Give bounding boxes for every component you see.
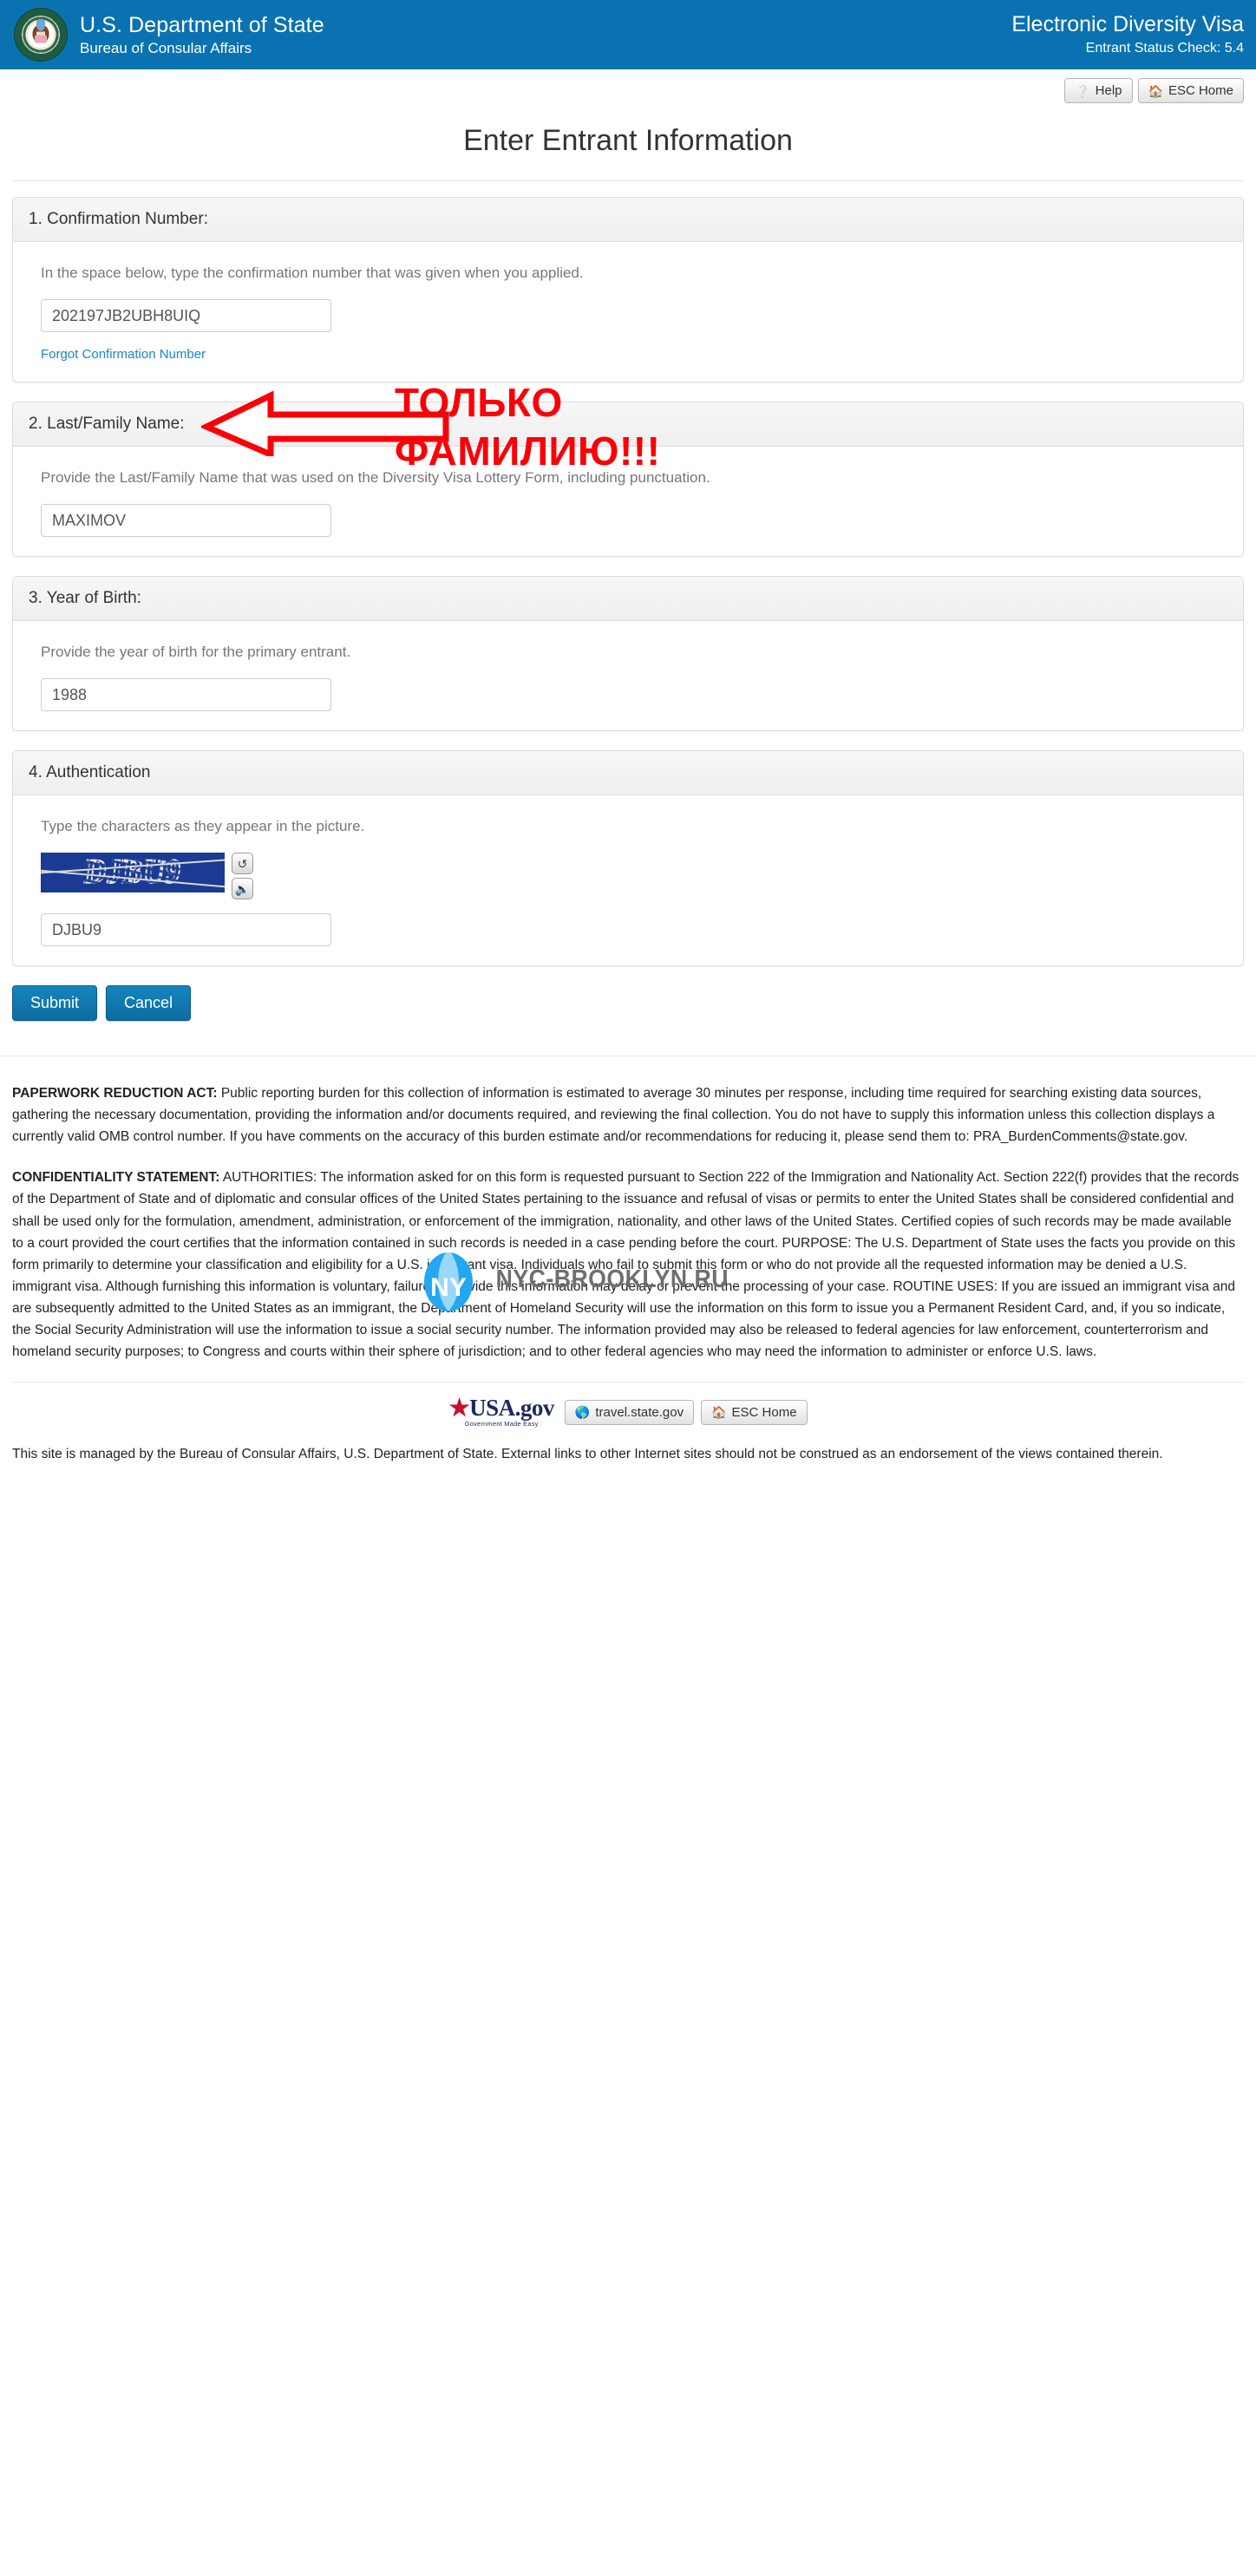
footer-note: This site is managed by the Bureau of Co…: [12, 1446, 1163, 1461]
top-toolbar: ❔ Help 🏠 ESC Home: [0, 69, 1256, 103]
section-1-body: In the space below, type the confirmatio…: [13, 242, 1243, 382]
usagov-logo[interactable]: ★USA.gov Government Made Easy: [448, 1395, 555, 1429]
page-title: Enter Entrant Information: [463, 124, 793, 157]
footer-esc-home-button[interactable]: 🏠 ESC Home: [701, 1399, 808, 1425]
title-divider: [12, 180, 1244, 181]
usagov-star-icon: ★: [448, 1395, 470, 1422]
captcha-audio-speaker-icon[interactable]: 🔈: [232, 878, 253, 899]
section-4-heading: 4. Authentication: [13, 751, 1243, 795]
captcha-image-text: DJBU9: [82, 853, 184, 892]
year-of-birth-input[interactable]: [41, 678, 331, 711]
site-header: U.S. Department of State Bureau of Consu…: [0, 0, 1256, 69]
usagov-tagline: Government Made Easy: [464, 1420, 539, 1429]
footer-bar: ★USA.gov Government Made Easy 🌎 travel.s…: [0, 1383, 1256, 1438]
app-version: Entrant Status Check: 5.4: [1085, 41, 1244, 56]
department-title: U.S. Department of State: [80, 12, 324, 37]
cancel-button[interactable]: Cancel: [106, 985, 192, 1021]
confidentiality-statement-body: AUTHORITIES: The information asked for o…: [12, 1170, 1240, 1360]
captcha-buttons: ↺ 🔈: [232, 853, 253, 899]
travel-state-gov-button[interactable]: 🌎 travel.state.gov: [564, 1399, 695, 1425]
section-last-family-name: 2. Last/Family Name: Provide the Last/Fa…: [12, 402, 1244, 557]
globe-icon: 🌎: [574, 1405, 591, 1420]
form-actions: Submit Cancel: [0, 985, 1256, 1021]
header-right: Electronic Diversity Visa Entrant Status…: [1011, 12, 1244, 56]
dos-seal-icon: [14, 8, 68, 62]
form-container: 1. Confirmation Number: In the space bel…: [0, 197, 1256, 966]
usagov-usa-text: USA: [469, 1395, 515, 1422]
captcha-image: DJBU9: [41, 853, 225, 892]
last-name-note: Provide the Last/Family Name that was us…: [41, 469, 710, 486]
section-year-of-birth: 3. Year of Birth: Provide the year of bi…: [12, 576, 1244, 731]
section-3-heading: 3. Year of Birth:: [13, 577, 1243, 621]
travel-state-gov-label: travel.state.gov: [595, 1404, 684, 1420]
brand-text: U.S. Department of State Bureau of Consu…: [80, 13, 324, 56]
section-4-body: Type the characters as they appear in th…: [13, 795, 1243, 965]
confidentiality-statement-heading: CONFIDENTIALITY STATEMENT:: [12, 1170, 220, 1186]
section-2-body: Provide the Last/Family Name that was us…: [13, 447, 1243, 556]
captcha-refresh-icon[interactable]: ↺: [232, 853, 253, 874]
footer-esc-home-label: ESC Home: [731, 1404, 797, 1420]
submit-button[interactable]: Submit: [12, 985, 98, 1021]
paperwork-reduction-act-heading: PAPERWORK REDUCTION ACT:: [12, 1086, 218, 1101]
home-icon: 🏠: [1148, 83, 1163, 98]
question-circle-icon: ❔: [1075, 83, 1090, 98]
esc-home-button-label: ESC Home: [1168, 83, 1233, 98]
section-3-body: Provide the year of birth for the primar…: [13, 621, 1243, 730]
section-authentication: 4. Authentication Type the characters as…: [12, 750, 1244, 966]
paperwork-reduction-act-paragraph: PAPERWORK REDUCTION ACT: Public reportin…: [12, 1082, 1244, 1147]
confidentiality-statement-paragraph: CONFIDENTIALITY STATEMENT: AUTHORITIES: …: [12, 1167, 1244, 1363]
section-2-heading: 2. Last/Family Name:: [13, 402, 1243, 447]
confirmation-number-note: In the space below, type the confirmatio…: [41, 265, 584, 281]
captcha-input[interactable]: [41, 913, 331, 946]
esc-home-button[interactable]: 🏠 ESC Home: [1137, 78, 1244, 103]
captcha-note: Type the characters as they appear in th…: [41, 818, 365, 834]
app-title: Electronic Diversity Visa: [1011, 12, 1244, 37]
section-1-heading: 1. Confirmation Number:: [13, 198, 1243, 242]
captcha-row: DJBU9 ↺ 🔈: [41, 853, 1227, 899]
bureau-subtitle: Bureau of Consular Affairs: [80, 39, 252, 56]
forgot-confirmation-number-link[interactable]: Forgot Confirmation Number: [41, 347, 206, 362]
legal-text-block: PAPERWORK REDUCTION ACT: Public reportin…: [0, 1082, 1256, 1363]
brand-block: U.S. Department of State Bureau of Consu…: [14, 8, 324, 62]
last-family-name-input[interactable]: [41, 504, 331, 537]
confirmation-number-input[interactable]: [41, 299, 331, 332]
section-confirmation-number: 1. Confirmation Number: In the space bel…: [12, 197, 1244, 382]
home-icon: 🏠: [711, 1405, 727, 1420]
usagov-logo-main: ★USA.gov: [448, 1395, 555, 1422]
help-button-label: Help: [1095, 83, 1122, 98]
usagov-dotgov-text: .gov: [514, 1395, 555, 1422]
help-button[interactable]: ❔ Help: [1064, 78, 1133, 103]
year-of-birth-note: Provide the year of birth for the primar…: [41, 644, 351, 660]
